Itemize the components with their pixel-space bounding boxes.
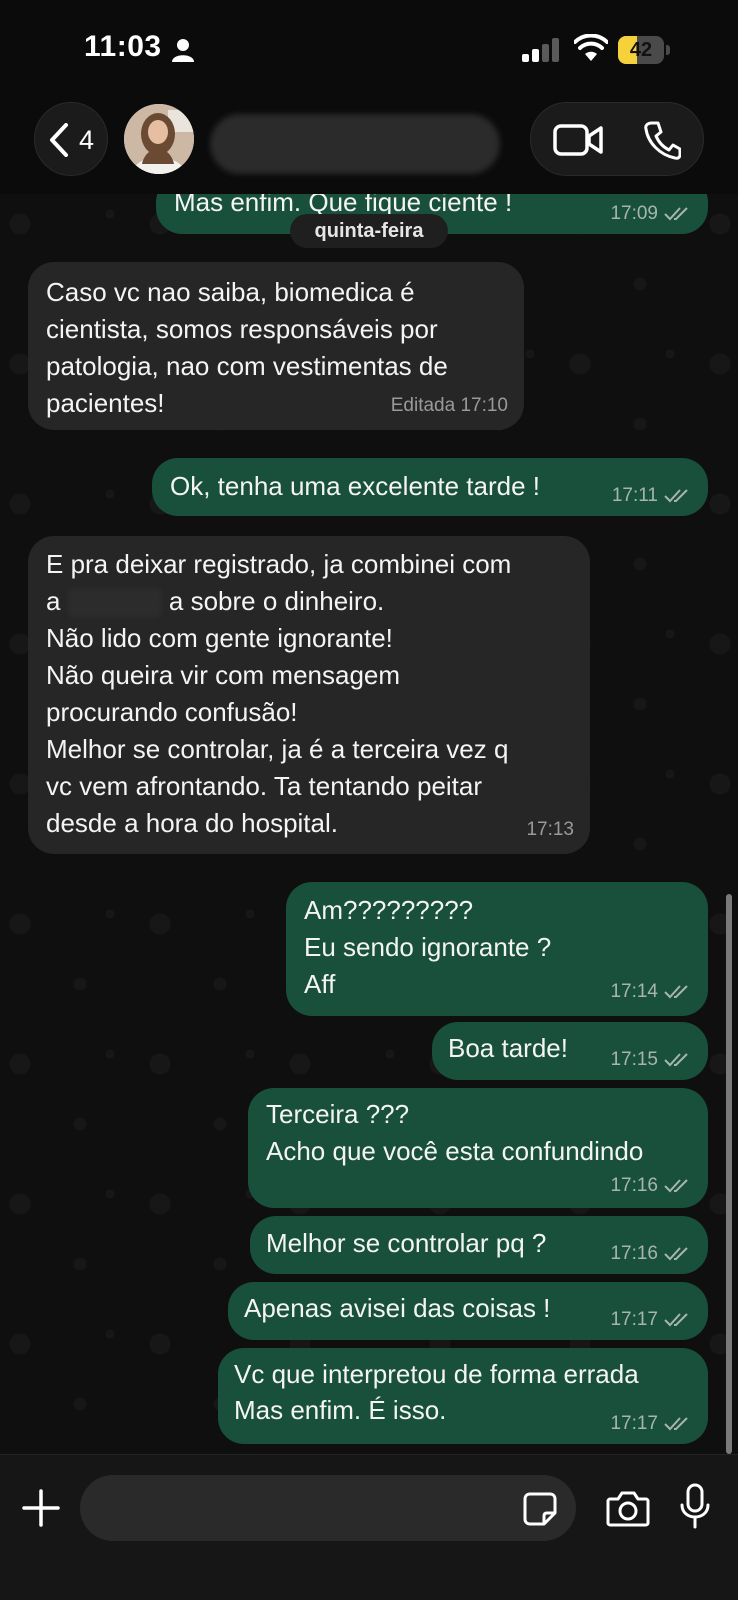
wifi-icon <box>574 34 608 61</box>
message-meta: 17:15 <box>610 1050 692 1070</box>
chat-header: 4 <box>0 96 738 194</box>
message-bubble-incoming[interactable]: Caso vc nao saiba, biomedica é cientista… <box>28 262 524 430</box>
message-time: 17:15 <box>610 1049 658 1070</box>
phone-call-icon[interactable] <box>643 120 681 160</box>
sticker-icon[interactable] <box>522 1491 558 1527</box>
battery-body: 42 <box>618 36 664 64</box>
battery-level: 42 <box>629 39 653 61</box>
message-meta: 17:14 <box>610 982 692 1002</box>
message-bubble-incoming[interactable]: E pra deixar registrado, ja combinei com… <box>28 536 590 854</box>
message-bubble-outgoing[interactable]: Am????????? Eu sendo ignorante ? Aff 17:… <box>286 882 708 1016</box>
message-input[interactable] <box>80 1475 576 1541</box>
double-check-icon <box>664 1178 692 1194</box>
message-text: Melhor se controlar pq ? <box>266 1228 547 1258</box>
avatar-photo <box>124 104 194 174</box>
message-meta: 17:16 <box>610 1244 692 1264</box>
message-bubble-outgoing[interactable]: Ok, tenha uma excelente tarde ! 17:11 <box>152 458 708 516</box>
message-text: Caso vc nao saiba, biomedica é cientista… <box>46 277 448 418</box>
composer-bar <box>0 1454 738 1600</box>
day-separator: quinta-feira <box>290 214 448 248</box>
double-check-icon <box>664 1052 692 1068</box>
double-check-icon <box>664 984 692 1000</box>
message-bubble-outgoing[interactable]: Apenas avisei das coisas ! 17:17 <box>228 1282 708 1340</box>
message-meta: 17:17 <box>610 1310 692 1330</box>
microphone-icon[interactable] <box>680 1483 710 1529</box>
message-text: Vc que interpretou de forma errada Mas e… <box>234 1359 639 1425</box>
double-check-icon <box>664 1246 692 1262</box>
message-bubble-outgoing[interactable]: Melhor se controlar pq ? 17:16 <box>250 1216 708 1274</box>
message-time: 17:11 <box>611 485 658 506</box>
camera-icon[interactable] <box>606 1489 650 1527</box>
message-time: 17:14 <box>610 981 658 1002</box>
status-bar: 11:03 42 <box>0 0 738 100</box>
message-text: Ok, tenha uma excelente tarde ! <box>170 471 540 501</box>
message-text: Apenas avisei das coisas ! <box>244 1293 551 1323</box>
message-text-part: a sobre o dinheiro. Não lido com gente i… <box>46 586 509 838</box>
plus-icon[interactable] <box>22 1489 60 1527</box>
chat-screen: 11:03 42 4 Mas enfim. Que fique ciente !… <box>0 0 738 1600</box>
person-icon <box>172 39 194 62</box>
message-time: 17:13 <box>526 819 574 840</box>
message-bubble-outgoing[interactable]: Terceira ??? Acho que você esta confundi… <box>248 1088 708 1208</box>
message-text: Terceira ??? Acho que você esta confundi… <box>266 1099 644 1166</box>
message-text: E pra deixar registrado, ja combinei com… <box>46 546 511 842</box>
message-meta: 17:17 <box>610 1414 692 1434</box>
message-meta: 17:09 <box>610 204 692 224</box>
signal-icon <box>522 38 559 62</box>
message-text: Boa tarde! <box>448 1033 568 1063</box>
message-bubble-outgoing[interactable]: Boa tarde! 17:15 <box>432 1022 708 1080</box>
message-time: 17:17 <box>610 1309 658 1330</box>
back-button[interactable]: 4 <box>34 102 108 176</box>
message-bubble-outgoing[interactable]: Vc que interpretou de forma errada Mas e… <box>218 1348 708 1444</box>
status-time: 11:03 <box>84 30 162 63</box>
message-list[interactable]: Mas enfim. Que fique ciente ! 17:09 quin… <box>0 194 738 1454</box>
battery-icon: 42 <box>618 36 670 64</box>
redacted-name <box>67 588 162 619</box>
message-meta: 17:16 <box>610 1176 692 1196</box>
double-check-icon <box>664 206 692 222</box>
message-time: 17:16 <box>610 1243 658 1264</box>
video-call-icon[interactable] <box>553 123 603 157</box>
message-time: 17:16 <box>610 1175 658 1196</box>
call-actions <box>530 102 704 176</box>
double-check-icon <box>664 488 692 504</box>
chevron-left-icon <box>50 123 68 157</box>
contact-avatar[interactable] <box>124 104 194 174</box>
double-check-icon <box>664 1416 692 1432</box>
message-time: 17:09 <box>610 203 658 224</box>
contact-name-redacted[interactable] <box>210 114 500 174</box>
double-check-icon <box>664 1312 692 1328</box>
battery-cap <box>666 45 670 55</box>
message-time: 17:17 <box>610 1413 658 1434</box>
message-text: Am????????? Eu sendo ignorante ? Aff <box>304 895 552 999</box>
message-meta: 17:11 <box>612 486 692 506</box>
unread-count: 4 <box>79 125 95 155</box>
message-time: Editada 17:10 <box>390 395 508 416</box>
scrollbar[interactable] <box>726 894 732 1454</box>
